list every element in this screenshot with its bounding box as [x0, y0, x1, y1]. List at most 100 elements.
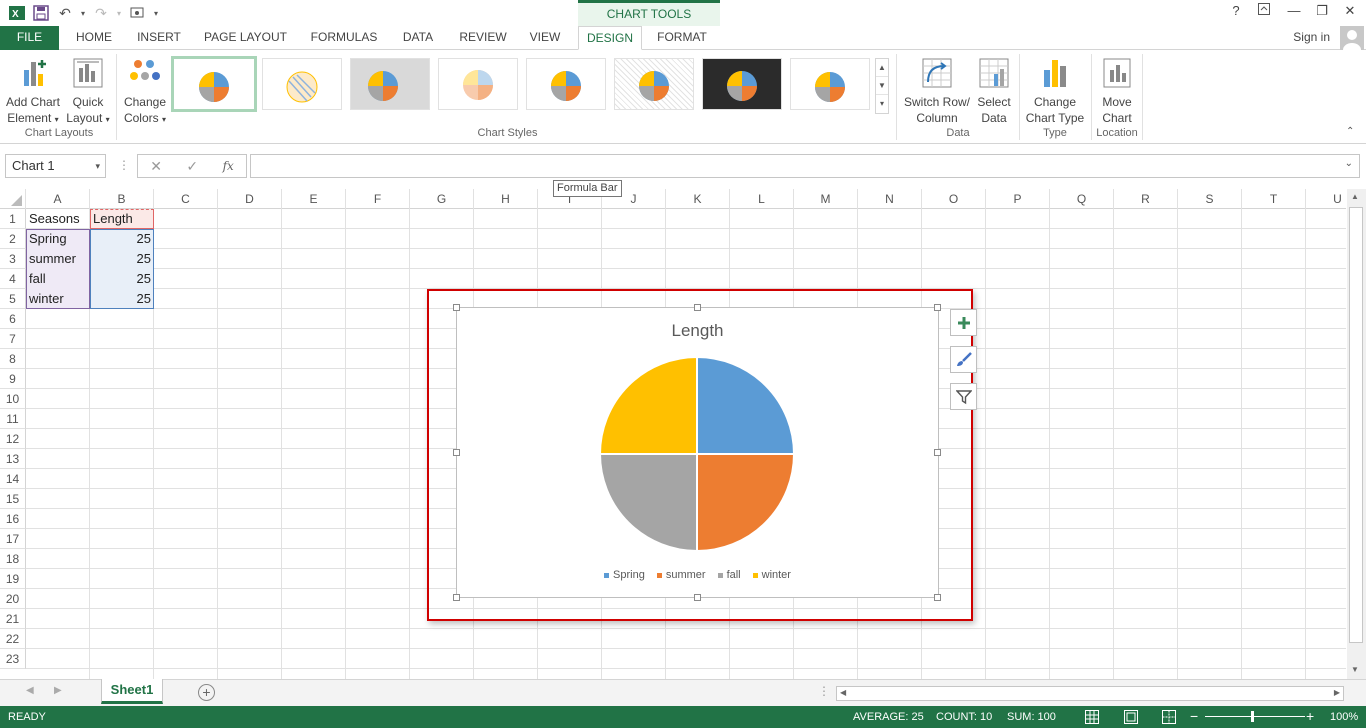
tab-insert[interactable]: INSERT — [130, 26, 188, 50]
add-chart-element-button[interactable]: Add Chart Element ▾ — [4, 56, 62, 128]
row-header[interactable]: 17 — [0, 529, 26, 549]
row-header[interactable]: 16 — [0, 509, 26, 529]
tab-formulas[interactable]: FORMULAS — [304, 26, 384, 50]
chart-legend[interactable]: Spring summer fall winter — [456, 569, 939, 581]
row-header[interactable]: 12 — [0, 429, 26, 449]
column-header[interactable]: H — [474, 189, 538, 209]
column-header[interactable]: U — [1306, 189, 1346, 209]
legend-entry-spring[interactable]: Spring — [604, 569, 645, 581]
sign-in-link[interactable]: Sign in — [1293, 30, 1330, 44]
resize-handle-bottom-right[interactable] — [934, 594, 941, 601]
sheet-tab-sheet1[interactable]: Sheet1 — [101, 679, 163, 704]
column-header[interactable]: O — [922, 189, 986, 209]
column-header[interactable]: E — [282, 189, 346, 209]
tab-view[interactable]: VIEW — [522, 26, 568, 50]
chart-style-1[interactable] — [171, 56, 257, 112]
gallery-down-icon[interactable]: ▼ — [876, 77, 888, 95]
row-header[interactable]: 18 — [0, 549, 26, 569]
cell-b5[interactable]: 25 — [90, 289, 154, 309]
name-box[interactable]: Chart 1 ▾ — [5, 154, 106, 178]
formula-input[interactable]: ⌄ — [250, 154, 1360, 178]
cell-a1[interactable]: Seasons — [26, 209, 90, 229]
status-count[interactable]: COUNT: 10 — [936, 711, 992, 723]
column-header[interactable]: S — [1178, 189, 1242, 209]
chart-style-5[interactable] — [526, 58, 606, 110]
pie-slice-fall[interactable] — [598, 453, 698, 553]
column-header[interactable]: R — [1114, 189, 1178, 209]
insert-function-button[interactable]: fx — [223, 159, 234, 173]
tab-file[interactable]: FILE — [0, 26, 59, 50]
zoom-slider-track[interactable] — [1205, 716, 1305, 717]
column-header[interactable]: Q — [1050, 189, 1114, 209]
row-header[interactable]: 22 — [0, 629, 26, 649]
vertical-scrollbar[interactable]: ▲ ▼ — [1347, 189, 1366, 679]
status-average[interactable]: AVERAGE: 25 — [853, 711, 924, 723]
row-header[interactable]: 8 — [0, 349, 26, 369]
scroll-left-icon[interactable]: ◀ — [840, 688, 846, 697]
row-header[interactable]: 23 — [0, 649, 26, 669]
column-header[interactable]: M — [794, 189, 858, 209]
column-header[interactable]: D — [218, 189, 282, 209]
tab-split-grip-icon[interactable]: ⋮ — [818, 684, 830, 698]
pie-slice-spring[interactable] — [696, 355, 796, 455]
pie-slice-summer[interactable] — [696, 453, 796, 553]
normal-view-icon[interactable] — [1085, 710, 1099, 727]
cell-b1[interactable]: Length — [90, 209, 154, 229]
cell-a4[interactable]: fall — [26, 269, 90, 289]
tab-page-layout[interactable]: PAGE LAYOUT — [197, 26, 294, 50]
column-header[interactable]: F — [346, 189, 410, 209]
column-header[interactable]: K — [666, 189, 730, 209]
row-header[interactable]: 4 — [0, 269, 26, 289]
legend-entry-winter[interactable]: winter — [752, 569, 791, 581]
row-header[interactable]: 14 — [0, 469, 26, 489]
cell-b4[interactable]: 25 — [90, 269, 154, 289]
cell-a3[interactable]: summer — [26, 249, 90, 269]
resize-handle-top[interactable] — [694, 304, 701, 311]
resize-handle-bottom-left[interactable] — [453, 594, 460, 601]
row-header[interactable]: 3 — [0, 249, 26, 269]
column-header[interactable]: T — [1242, 189, 1306, 209]
cancel-icon[interactable]: ✕ — [150, 158, 162, 175]
prev-sheet-icon[interactable]: ◀ — [26, 685, 34, 696]
select-data-button[interactable]: Select Data — [975, 56, 1013, 126]
horizontal-scrollbar[interactable]: ◀ ▶ — [836, 686, 1344, 701]
tab-data[interactable]: DATA — [393, 26, 443, 50]
scroll-up-icon[interactable]: ▲ — [1351, 192, 1359, 201]
cell-b3[interactable]: 25 — [90, 249, 154, 269]
collapse-ribbon-icon[interactable]: ⌃ — [1346, 126, 1354, 137]
status-sum[interactable]: SUM: 100 — [1007, 711, 1056, 723]
row-header[interactable]: 20 — [0, 589, 26, 609]
zoom-level[interactable]: 100% — [1330, 711, 1358, 723]
column-header[interactable]: A — [26, 189, 90, 209]
vertical-scroll-thumb[interactable] — [1349, 207, 1363, 643]
row-header[interactable]: 19 — [0, 569, 26, 589]
resize-handle-top-left[interactable] — [453, 304, 460, 311]
row-header[interactable]: 9 — [0, 369, 26, 389]
column-header[interactable]: C — [154, 189, 218, 209]
resize-handle-bottom[interactable] — [694, 594, 701, 601]
new-sheet-button[interactable]: + — [198, 684, 215, 701]
scroll-right-icon[interactable]: ▶ — [1334, 688, 1340, 697]
row-header[interactable]: 5 — [0, 289, 26, 309]
chart-style-6[interactable] — [614, 58, 694, 110]
column-header[interactable]: P — [986, 189, 1050, 209]
avatar[interactable] — [1340, 26, 1364, 50]
expand-formula-bar-icon[interactable]: ⌄ — [1345, 158, 1353, 169]
switch-row-column-button[interactable]: Switch Row/ Column — [901, 56, 973, 126]
name-box-dropdown-icon[interactable]: ▾ — [95, 155, 100, 177]
chart-title[interactable]: Length — [456, 321, 939, 341]
tab-format[interactable]: FORMAT — [646, 26, 718, 50]
chart-style-8[interactable] — [790, 58, 870, 110]
pie-slice-winter[interactable] — [598, 355, 698, 455]
maximize-button[interactable]: ❐ — [1308, 3, 1336, 23]
next-sheet-icon[interactable]: ▶ — [54, 685, 62, 696]
chart-style-2[interactable] — [262, 58, 342, 110]
row-header[interactable]: 7 — [0, 329, 26, 349]
minimize-button[interactable]: — — [1280, 3, 1308, 23]
column-header[interactable]: N — [858, 189, 922, 209]
help-button[interactable]: ? — [1222, 3, 1250, 23]
column-header[interactable]: L — [730, 189, 794, 209]
row-header[interactable]: 11 — [0, 409, 26, 429]
chart-styles-button[interactable] — [950, 346, 977, 373]
tab-review[interactable]: REVIEW — [452, 26, 514, 50]
